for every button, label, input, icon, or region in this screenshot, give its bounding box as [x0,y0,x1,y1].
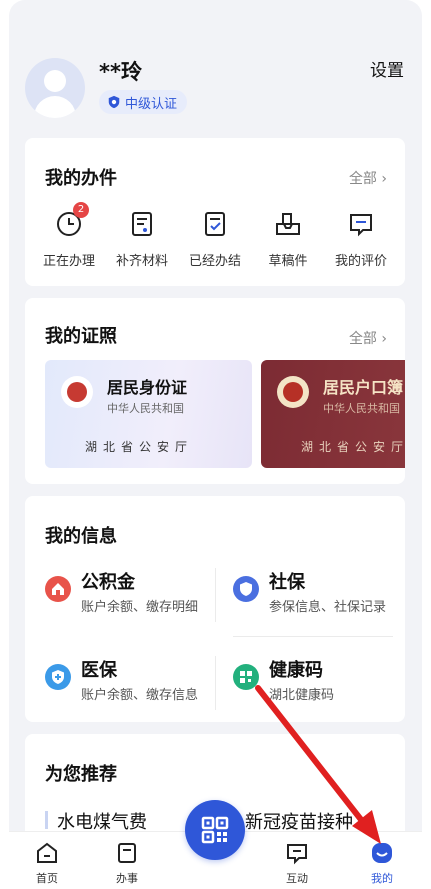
license-issuer: 湖北省公安厅 [301,440,405,454]
info-housing-fund[interactable]: 公积金 账户余额、缴存明细 [45,568,225,624]
task-label: 草稿件 [268,254,308,269]
avatar[interactable] [25,58,85,118]
recommend-title: 为您推荐 [45,764,117,785]
nav-mine[interactable]: 我的 [352,840,412,886]
my-info-card: 我的信息 公积金 账户余额、缴存明细 社保 参保信息、社保记录 医保 账户余额、… [25,496,405,722]
shield-icon [108,95,120,109]
comment-icon [350,214,372,237]
social-security-icon [233,576,259,602]
task-completed[interactable]: 已经办结 [179,210,251,269]
nav-home[interactable]: 首页 [17,840,77,886]
document-check-icon [205,212,225,236]
license-name: 居民身份证 [107,378,188,397]
home-icon [37,842,57,863]
info-medical-insurance[interactable]: 医保 账户余额、缴存信息 [45,656,225,712]
my-tasks-all-label: 全部 [348,171,377,187]
task-my-reviews[interactable]: 我的评价 [325,210,397,269]
my-tasks-card: 我的办件 全部 › 2 正在办理 补齐材料 已经办结 草稿件 我的评价 [25,138,405,286]
tasks-icon [118,843,136,863]
household-register-license[interactable]: 居民户口簿 中华人民共和国 湖北省公安厅 [261,360,405,468]
task-label: 我的评价 [334,254,387,269]
nav-label: 办事 [116,872,138,885]
divider [233,636,393,637]
license-subtitle: 中华人民共和国 [107,402,184,415]
qr-scan-button[interactable] [185,800,245,860]
task-supplement-materials[interactable]: 补齐材料 [106,210,178,269]
my-tasks-all-link[interactable]: 全部 › [349,168,387,188]
nav-label: 互动 [286,872,308,885]
medical-insurance-icon [45,664,71,690]
task-label: 正在办理 [42,254,95,269]
my-licenses-all-label: 全部 [348,331,377,347]
national-emblem-icon [277,376,309,408]
settings-link[interactable]: 设置 [370,56,404,81]
divider [215,568,216,622]
nav-label: 我的 [371,872,393,885]
my-licenses-all-link[interactable]: 全部 › [349,328,387,348]
info-desc: 湖北健康码 [269,688,335,703]
document-add-icon [132,212,152,236]
my-licenses-title: 我的证照 [45,326,117,347]
license-subtitle: 中华人民共和国 [323,402,400,415]
my-info-title: 我的信息 [45,526,117,547]
house-fund-icon [45,576,71,602]
draft-tray-icon [276,213,300,235]
nav-interact[interactable]: 互动 [267,840,327,886]
certification-label: 中级认证 [125,96,178,112]
task-label: 补齐材料 [115,254,168,269]
chat-icon [287,844,307,865]
health-code-icon [233,664,259,690]
my-tasks-title: 我的办件 [45,168,117,189]
id-card-license[interactable]: 居民身份证 中华人民共和国 湖北省公安厅 [45,360,252,468]
task-drafts[interactable]: 草稿件 [252,210,324,269]
info-desc: 账户余额、缴存信息 [81,688,199,703]
task-label: 已经办结 [188,254,241,269]
certification-badge[interactable]: 中级认证 [99,90,188,114]
in-progress-count-badge: 2 [73,202,89,218]
profile-icon [372,843,392,863]
qr-scan-icon [201,816,229,844]
app-screen: **玲 中级认证 设置 我的办件 全部 › 2 正在办理 补齐材料 已经办结 草… [9,0,422,889]
username: **玲 [99,60,142,84]
info-name: 公积金 [81,572,135,593]
nav-tasks[interactable]: 办事 [97,840,157,886]
info-name: 医保 [81,660,117,681]
info-name: 社保 [269,572,305,593]
info-health-code[interactable]: 健康码 湖北健康码 [233,656,413,712]
info-name: 健康码 [269,660,323,681]
info-desc: 参保信息、社保记录 [269,600,387,615]
license-name: 居民户口簿 [323,378,404,397]
nav-label: 首页 [36,872,58,885]
info-social-security[interactable]: 社保 参保信息、社保记录 [233,568,413,624]
info-desc: 账户余额、缴存明细 [81,600,199,615]
national-emblem-icon [61,376,93,408]
license-issuer: 湖北省公安厅 [85,440,194,454]
task-in-progress[interactable]: 2 正在办理 [33,202,105,269]
my-licenses-card: 我的证照 全部 › 居民身份证 中华人民共和国 湖北省公安厅 居民户口簿 中华人… [25,298,405,484]
